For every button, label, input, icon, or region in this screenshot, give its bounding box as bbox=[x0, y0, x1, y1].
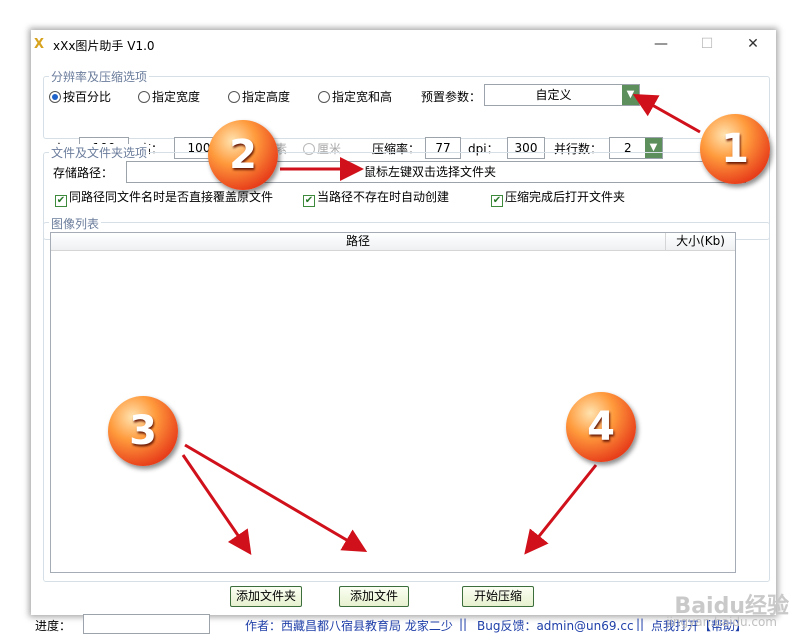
baidu-watermark-url: jingyan.baidu.com bbox=[666, 615, 777, 629]
annotation-bubble-4: 4 bbox=[566, 392, 636, 462]
annotation-bubble-3: 3 bbox=[108, 396, 178, 466]
annotation-bubble-1: 1 bbox=[700, 114, 770, 184]
arrow-4 bbox=[524, 464, 598, 555]
arrow-3a bbox=[181, 454, 252, 555]
arrow-1 bbox=[632, 94, 701, 134]
annotation-arrows bbox=[181, 94, 701, 555]
annotation-bubble-2: 2 bbox=[208, 120, 278, 190]
